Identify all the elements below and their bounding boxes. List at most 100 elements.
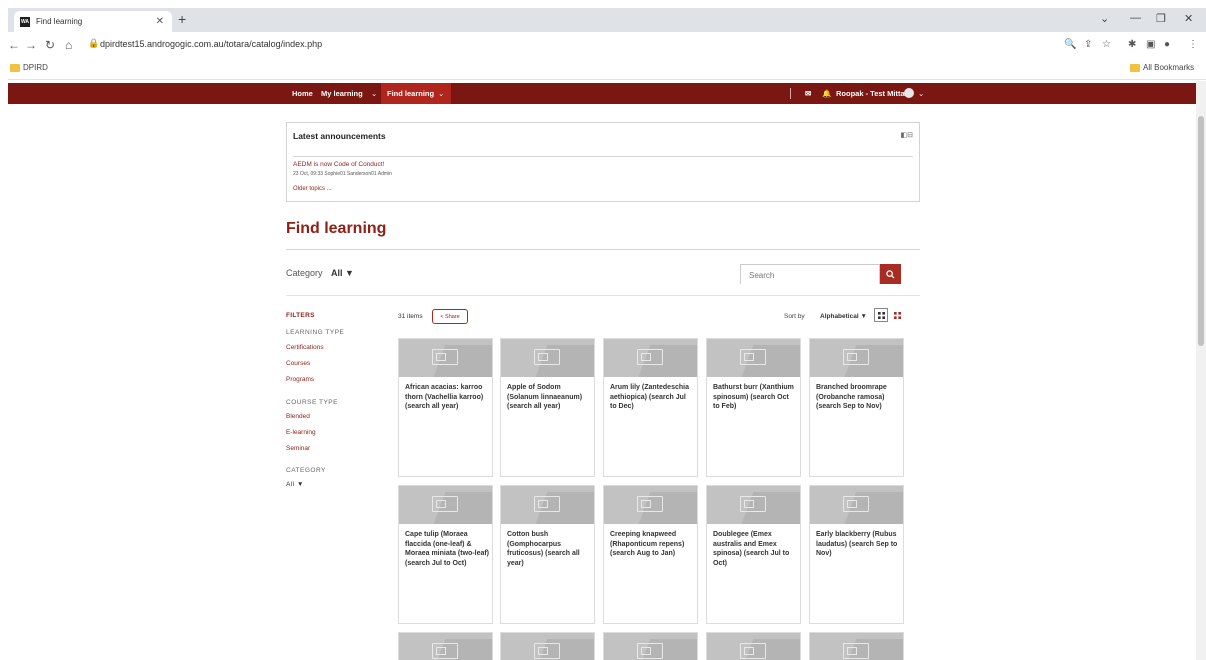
nav-divider [790, 88, 791, 99]
folder-icon [1130, 64, 1140, 72]
course-title: Early blackberry (Rubus laudatus) (searc… [816, 531, 898, 557]
image-placeholder-icon [740, 496, 766, 512]
course-card[interactable]: Arum lily (Zantedeschia aethiopica) (sea… [603, 338, 698, 477]
course-card[interactable]: African acacias: karroo thorn (Vachellia… [398, 338, 493, 477]
profile-icon[interactable]: ● [1164, 39, 1170, 50]
course-card[interactable]: Doublegee (Emex australis and Emex spino… [706, 485, 801, 624]
course-card[interactable]: Creeping knapweed (Rhaponticum repens) (… [603, 485, 698, 624]
course-card[interactable] [398, 632, 493, 660]
caret-down-icon: ▼ [860, 313, 867, 320]
scrollbar-thumb[interactable] [1198, 116, 1204, 346]
course-image [501, 633, 594, 660]
zoom-icon[interactable]: 🔍 [1064, 39, 1076, 50]
older-topics-link[interactable]: Older topics ... [293, 186, 332, 192]
course-title: Bathurst burr (Xanthium spinosum) (searc… [713, 384, 794, 410]
announcement-meta: 23 Oct, 09:33 Sophie01 Sanderson01 Admin [293, 171, 392, 177]
chevron-down-icon: ⌄ [438, 89, 445, 98]
filter-courses[interactable]: Courses [286, 360, 310, 367]
tab-title: Find learning [36, 17, 83, 26]
block-collapse-icon[interactable]: ◧⊟ [901, 131, 913, 139]
sort-label: Sort by [784, 313, 805, 320]
forward-icon[interactable]: → [25, 38, 37, 52]
category-filter-value: All [286, 481, 295, 488]
close-tab-icon[interactable]: ✕ [156, 16, 164, 27]
bookmark-star-icon[interactable]: ☆ [1102, 39, 1111, 50]
course-type-label: COURSE TYPE [286, 399, 338, 406]
image-placeholder-icon [843, 496, 869, 512]
grid-icon [877, 311, 885, 319]
minimize-icon[interactable]: — [1130, 12, 1141, 24]
filters-heading: FILTERS [286, 312, 315, 319]
course-card[interactable]: Branched broomrape (Orobanche ramosa) (s… [809, 338, 904, 477]
bookmark-dpird[interactable]: DPIRD [23, 63, 48, 72]
new-tab-button[interactable]: + [178, 11, 186, 27]
search-field[interactable] [740, 264, 880, 285]
share-page-icon[interactable]: ⇪ [1084, 39, 1092, 50]
course-card[interactable]: Cotton bush (Gomphocarpus fruticosus) (s… [500, 485, 595, 624]
filter-blended[interactable]: Blended [286, 413, 310, 420]
image-placeholder-icon [637, 496, 663, 512]
course-title: Cotton bush (Gomphocarpus fruticosus) (s… [507, 531, 580, 567]
search-input[interactable] [741, 266, 879, 285]
search-button[interactable] [880, 264, 901, 284]
nav-my-learning[interactable]: My learning [321, 89, 363, 98]
user-name[interactable]: Roopak - Test Mittal [836, 89, 907, 98]
grid-view-button[interactable] [874, 308, 888, 322]
course-card[interactable]: Early blackberry (Rubus laudatus) (searc… [809, 485, 904, 624]
course-card[interactable]: Cape tulip (Moraea flaccida (one-leaf) &… [398, 485, 493, 624]
search-icon [886, 269, 895, 279]
course-card[interactable]: Bathurst burr (Xanthium spinosum) (searc… [706, 338, 801, 477]
chevron-down-icon: ⌄ [371, 89, 378, 98]
share-button[interactable]: < Share [432, 309, 468, 324]
page-content: Home My learning ⌄ Find learning ⌄ ✉ 🔔 R… [8, 81, 1196, 660]
course-title: Doublegee (Emex australis and Emex spino… [713, 531, 790, 567]
filter-e-learning[interactable]: E-learning [286, 429, 316, 436]
course-card[interactable] [706, 632, 801, 660]
filter-seminar[interactable]: Seminar [286, 445, 310, 452]
avatar[interactable] [904, 88, 914, 98]
course-card[interactable] [603, 632, 698, 660]
course-card[interactable] [500, 632, 595, 660]
restore-icon[interactable]: ❐ [1156, 12, 1166, 25]
course-title: Apple of Sodom (Solanum linnaeanum) (sea… [507, 384, 583, 410]
home-icon[interactable]: ⌂ [65, 38, 72, 52]
course-image [707, 486, 800, 524]
back-icon[interactable]: ← [8, 38, 20, 52]
page-scrollbar[interactable] [1196, 81, 1206, 660]
category-filter-dropdown[interactable]: All ▼ [286, 481, 304, 488]
address-bar[interactable]: 🔒 dpirdtest15.androgogic.com.au/totara/c… [88, 35, 1188, 55]
list-view-button[interactable] [890, 308, 904, 322]
notifications-icon[interactable]: 🔔 [822, 89, 831, 98]
share-label: Share [445, 313, 460, 320]
messages-icon[interactable]: ✉ [805, 89, 811, 98]
tab-search-chevron-icon[interactable]: ⌄ [1100, 12, 1109, 25]
category-dropdown[interactable]: All ▼ [331, 268, 354, 278]
sort-dropdown[interactable]: Alphabetical ▼ [820, 313, 867, 320]
page-title: Find learning [286, 220, 387, 237]
browser-menu-icon[interactable]: ⋮ [1188, 39, 1198, 50]
all-bookmarks[interactable]: All Bookmarks [1143, 63, 1194, 72]
course-image [810, 339, 903, 377]
announcements-title: Latest announcements [293, 131, 386, 141]
reload-icon[interactable]: ↻ [45, 38, 55, 52]
course-card[interactable] [809, 632, 904, 660]
nav-find-learning[interactable]: Find learning [387, 89, 434, 98]
extensions-icon[interactable]: ✱ [1128, 39, 1136, 50]
course-image [810, 633, 903, 660]
course-image [501, 486, 594, 524]
filter-programs[interactable]: Programs [286, 376, 314, 383]
filter-certifications[interactable]: Certifications [286, 344, 324, 351]
course-card[interactable]: Apple of Sodom (Solanum linnaeanum) (sea… [500, 338, 595, 477]
browser-tab[interactable]: WA Find learning ✕ [14, 11, 172, 32]
sort-value: Alphabetical [820, 313, 859, 320]
nav-home[interactable]: Home [292, 89, 313, 98]
side-panel-icon[interactable]: ▣ [1146, 39, 1155, 50]
learning-type-label: LEARNING TYPE [286, 329, 345, 336]
tab-strip: WA Find learning ✕ + ⌄ — ❐ ✕ [8, 8, 1206, 32]
category-value: All [331, 268, 343, 278]
course-image [399, 633, 492, 660]
announcement-link[interactable]: AEDM is now Code of Conduct! [293, 161, 384, 168]
close-window-icon[interactable]: ✕ [1184, 12, 1193, 25]
image-placeholder-icon [534, 349, 560, 365]
announcements-block: Latest announcements ◧⊟ AEDM is now Code… [286, 122, 920, 202]
